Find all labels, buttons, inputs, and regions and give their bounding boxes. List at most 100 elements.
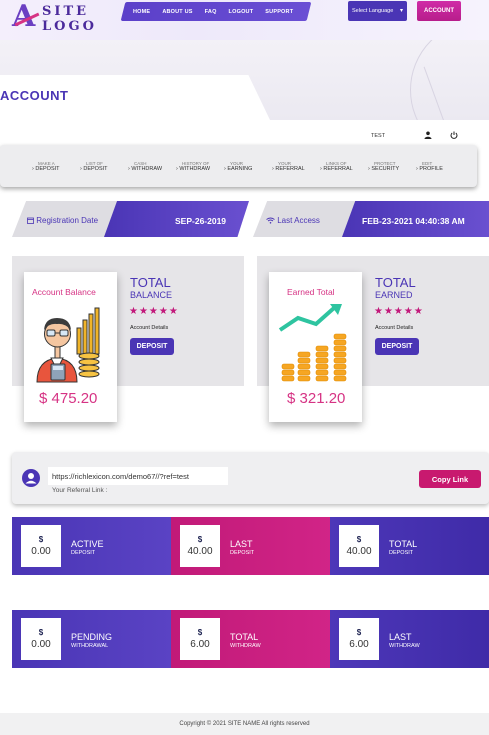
stat-value-box: $0.00 xyxy=(21,618,61,660)
registration-label-text: Registration Date xyxy=(36,216,99,225)
nav-home[interactable]: HOME xyxy=(127,9,156,15)
stat-name: PENDING xyxy=(71,632,113,642)
balance-stars-icon: ★★★★★ xyxy=(129,306,179,317)
last-access-label: Last Access xyxy=(266,216,320,225)
stat-desc: WITHDRAW xyxy=(230,643,261,649)
stat-value: 6.00 xyxy=(349,639,369,650)
submenu-your-earning[interactable]: YOUR › EARNING xyxy=(224,161,272,172)
copy-link-button[interactable]: Copy Link xyxy=(419,470,481,488)
balance-deposit-button[interactable]: DEPOSIT xyxy=(130,338,174,355)
stat-value: 40.00 xyxy=(346,546,372,557)
stat-active-deposit: $0.00 ACTIVE DEPOSIT xyxy=(12,517,171,575)
submenu-list-deposit[interactable]: LIST OF › DEPOSIT xyxy=(80,161,128,172)
stat-value-box: $0.00 xyxy=(21,525,61,567)
chevron-down-icon: ▾ xyxy=(399,8,403,14)
last-access-date: FEB-23-2021 04:40:38 AM xyxy=(362,216,465,226)
submenu-label: › DEPOSIT xyxy=(80,165,108,172)
submenu-links-referral[interactable]: LINKS OF › REFERRAL xyxy=(320,161,368,172)
stat-name: ACTIVE xyxy=(71,539,104,549)
user-avatar-icon xyxy=(22,469,40,487)
submenu-label-text: WITHDRAW xyxy=(131,165,163,172)
stat-desc: DEPOSIT xyxy=(230,550,255,556)
submenu-make-deposit[interactable]: MAKE A › DEPOSIT xyxy=(32,161,80,172)
submenu-label-text: PROFILE xyxy=(419,165,443,172)
earned-title: TOTAL xyxy=(375,275,416,290)
submenu-label: › PROFILE xyxy=(416,165,443,172)
balance-account-details: Account Details xyxy=(130,325,169,331)
site-logo[interactable]: A SITE LOGO xyxy=(12,0,94,36)
wifi-icon xyxy=(266,217,275,224)
page-title: ACCOUNT xyxy=(0,88,69,103)
submenu-label-text: EARNING xyxy=(227,165,253,172)
logo-text-line1: SITE xyxy=(42,4,90,19)
stat-value-box: $40.00 xyxy=(339,525,379,567)
language-select-label: Select Language xyxy=(352,8,394,14)
stat-value: 40.00 xyxy=(187,546,213,557)
account-button[interactable]: ACCOUNT xyxy=(417,1,461,21)
balance-card-label: Account Balance xyxy=(32,287,96,297)
stat-value-box: $40.00 xyxy=(180,525,220,567)
currency-symbol: $ xyxy=(197,628,203,637)
currency-symbol: $ xyxy=(197,535,203,544)
earned-subtitle: EARNED xyxy=(375,290,413,300)
main-nav: HOME ABOUT US FAQ LOGOUT SUPPORT xyxy=(127,2,299,21)
nav-about-us[interactable]: ABOUT US xyxy=(156,9,198,15)
submenu-label: › REFERRAL xyxy=(320,165,353,172)
submenu-label: › EARNING xyxy=(224,165,253,172)
stat-value-box: $6.00 xyxy=(180,618,220,660)
page-banner xyxy=(0,40,489,120)
submenu-your-referral[interactable]: YOUR › REFERRAL xyxy=(272,161,320,172)
balance-subtitle: BALANCE xyxy=(130,290,173,300)
nav-support[interactable]: SUPPORT xyxy=(259,9,299,15)
submenu-label: › DEPOSIT xyxy=(32,165,60,172)
nav-faq[interactable]: FAQ xyxy=(199,9,223,15)
referral-link-input[interactable]: https://richlexicon.com/demo67//?ref=tes… xyxy=(48,467,228,485)
submenu-label-text: WITHDRAW xyxy=(179,165,211,172)
referral-link-label: Your Referral Link : xyxy=(52,487,108,494)
earned-deposit-button[interactable]: DEPOSIT xyxy=(375,338,419,355)
footer-copyright: Copyright © 2021 SITE NAME All rights re… xyxy=(0,713,489,735)
registration-label: Registration Date xyxy=(27,216,98,225)
businessman-icon xyxy=(36,307,100,383)
submenu-history-withdraw[interactable]: HISTORY OF › WITHDRAW xyxy=(176,161,224,172)
submenu-protect-security[interactable]: PROTECT › SECURITY xyxy=(368,161,416,172)
stat-desc: WITHDRAW xyxy=(389,643,420,649)
stat-total-deposit: $40.00 TOTAL DEPOSIT xyxy=(330,517,489,575)
submenu-edit-profile[interactable]: EDIT › PROFILE xyxy=(416,161,464,172)
stat-desc: WITHDRAWAL xyxy=(71,643,109,649)
calendar-icon xyxy=(27,217,34,224)
nav-logout[interactable]: LOGOUT xyxy=(223,9,260,15)
stat-last-deposit: $40.00 LAST DEPOSIT xyxy=(171,517,330,575)
user-icon[interactable] xyxy=(424,131,432,141)
stat-desc: DEPOSIT xyxy=(389,550,414,556)
submenu-label: › SECURITY xyxy=(368,165,400,172)
logo-text-line2: LOGO xyxy=(42,19,97,34)
stat-value: 6.00 xyxy=(190,639,210,650)
submenu-label: › REFERRAL xyxy=(272,165,305,172)
last-access-label-text: Last Access xyxy=(277,216,320,225)
balance-title: TOTAL xyxy=(130,275,171,290)
earned-account-details: Account Details xyxy=(375,325,414,331)
submenu-label-text: REFERRAL xyxy=(275,165,305,172)
logo-mark: A xyxy=(12,0,36,34)
language-select[interactable]: Select Language ▾ xyxy=(348,1,407,21)
account-submenu: MAKE A › DEPOSIT LIST OF › DEPOSIT CASH › W… xyxy=(0,145,477,187)
submenu-cash-withdraw[interactable]: CASH › WITHDRAW xyxy=(128,161,176,172)
currency-symbol: $ xyxy=(38,535,44,544)
stat-last-withdraw: $6.00 LAST WITHDRAW xyxy=(330,610,489,668)
earned-card-label: Earned Total xyxy=(287,287,335,297)
stat-value: 0.00 xyxy=(31,546,51,557)
submenu-label-text: DEPOSIT xyxy=(35,165,60,172)
submenu-label-text: DEPOSIT xyxy=(83,165,108,172)
stat-value-box: $6.00 xyxy=(339,618,379,660)
stat-desc: DEPOSIT xyxy=(71,550,96,556)
power-icon[interactable] xyxy=(450,131,458,141)
stat-name: TOTAL xyxy=(389,539,418,549)
stat-pending-withdrawal: $0.00 PENDING WITHDRAWAL xyxy=(12,610,171,668)
stat-name: TOTAL xyxy=(230,632,259,642)
registration-date: SEP-26-2019 xyxy=(175,216,227,226)
deposit-stats: $0.00 ACTIVE DEPOSIT $40.00 LAST DEPOSIT… xyxy=(12,517,489,575)
username: TEST xyxy=(371,133,386,139)
stat-name: LAST xyxy=(230,539,253,549)
currency-symbol: $ xyxy=(356,628,362,637)
